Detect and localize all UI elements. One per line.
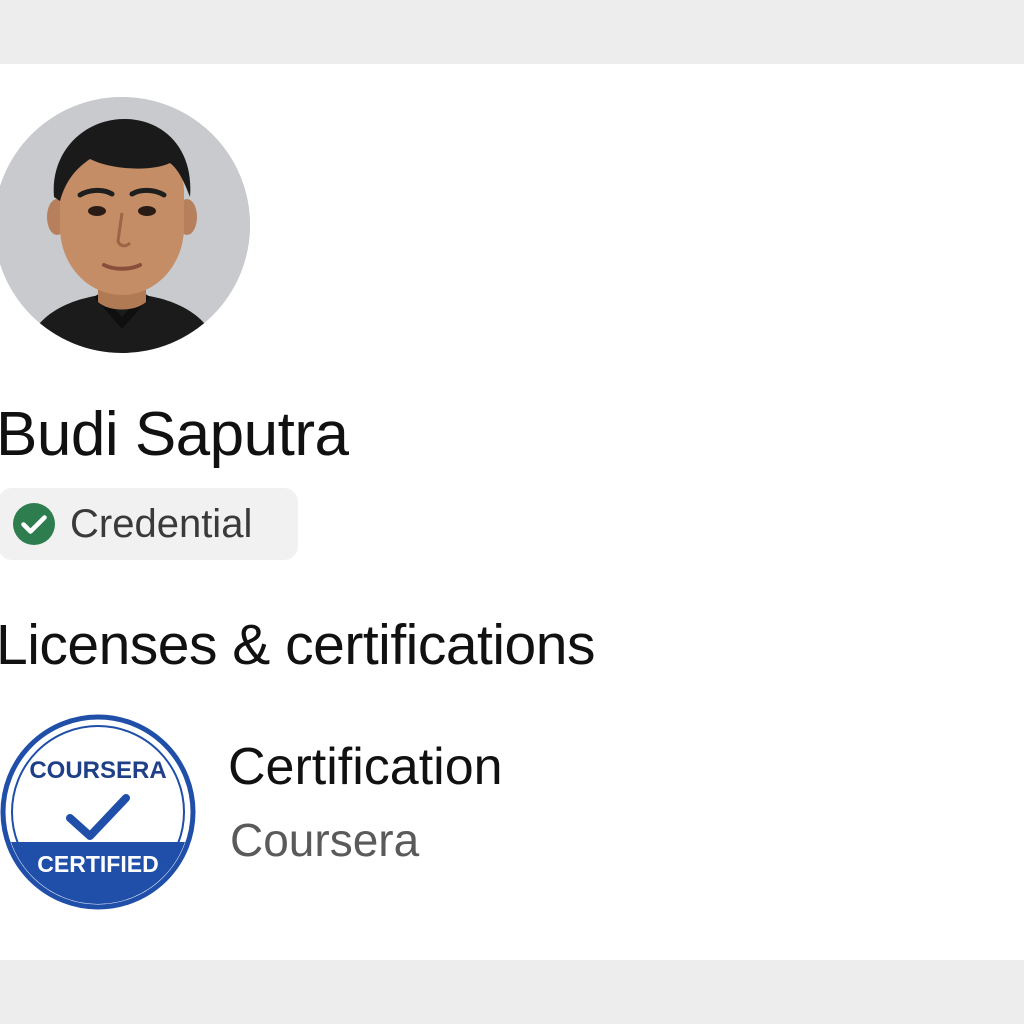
certification-title[interactable]: Certification [228,736,503,798]
avatar[interactable] [0,97,250,353]
profile-card: Budi Saputra Credential Licenses & certi… [0,64,1024,960]
bottom-bar [0,960,1024,1024]
profile-name: Budi Saputra [0,400,349,469]
badge-bottom-text: CERTIFIED [37,851,158,877]
credential-badge[interactable]: Credential [0,488,298,560]
coursera-certified-logo[interactable]: COURSERA CERTIFIED [0,712,200,912]
top-bar [0,0,1024,64]
credential-label: Credential [70,502,253,546]
certification-issuer: Coursera [230,814,420,866]
badge-top-text: COURSERA [29,757,166,784]
coursera-certified-badge-icon: COURSERA CERTIFIED [0,714,196,910]
section-title-licenses: Licenses & certifications [0,613,595,677]
profile-photo [0,97,250,353]
check-circle-icon [13,503,55,545]
